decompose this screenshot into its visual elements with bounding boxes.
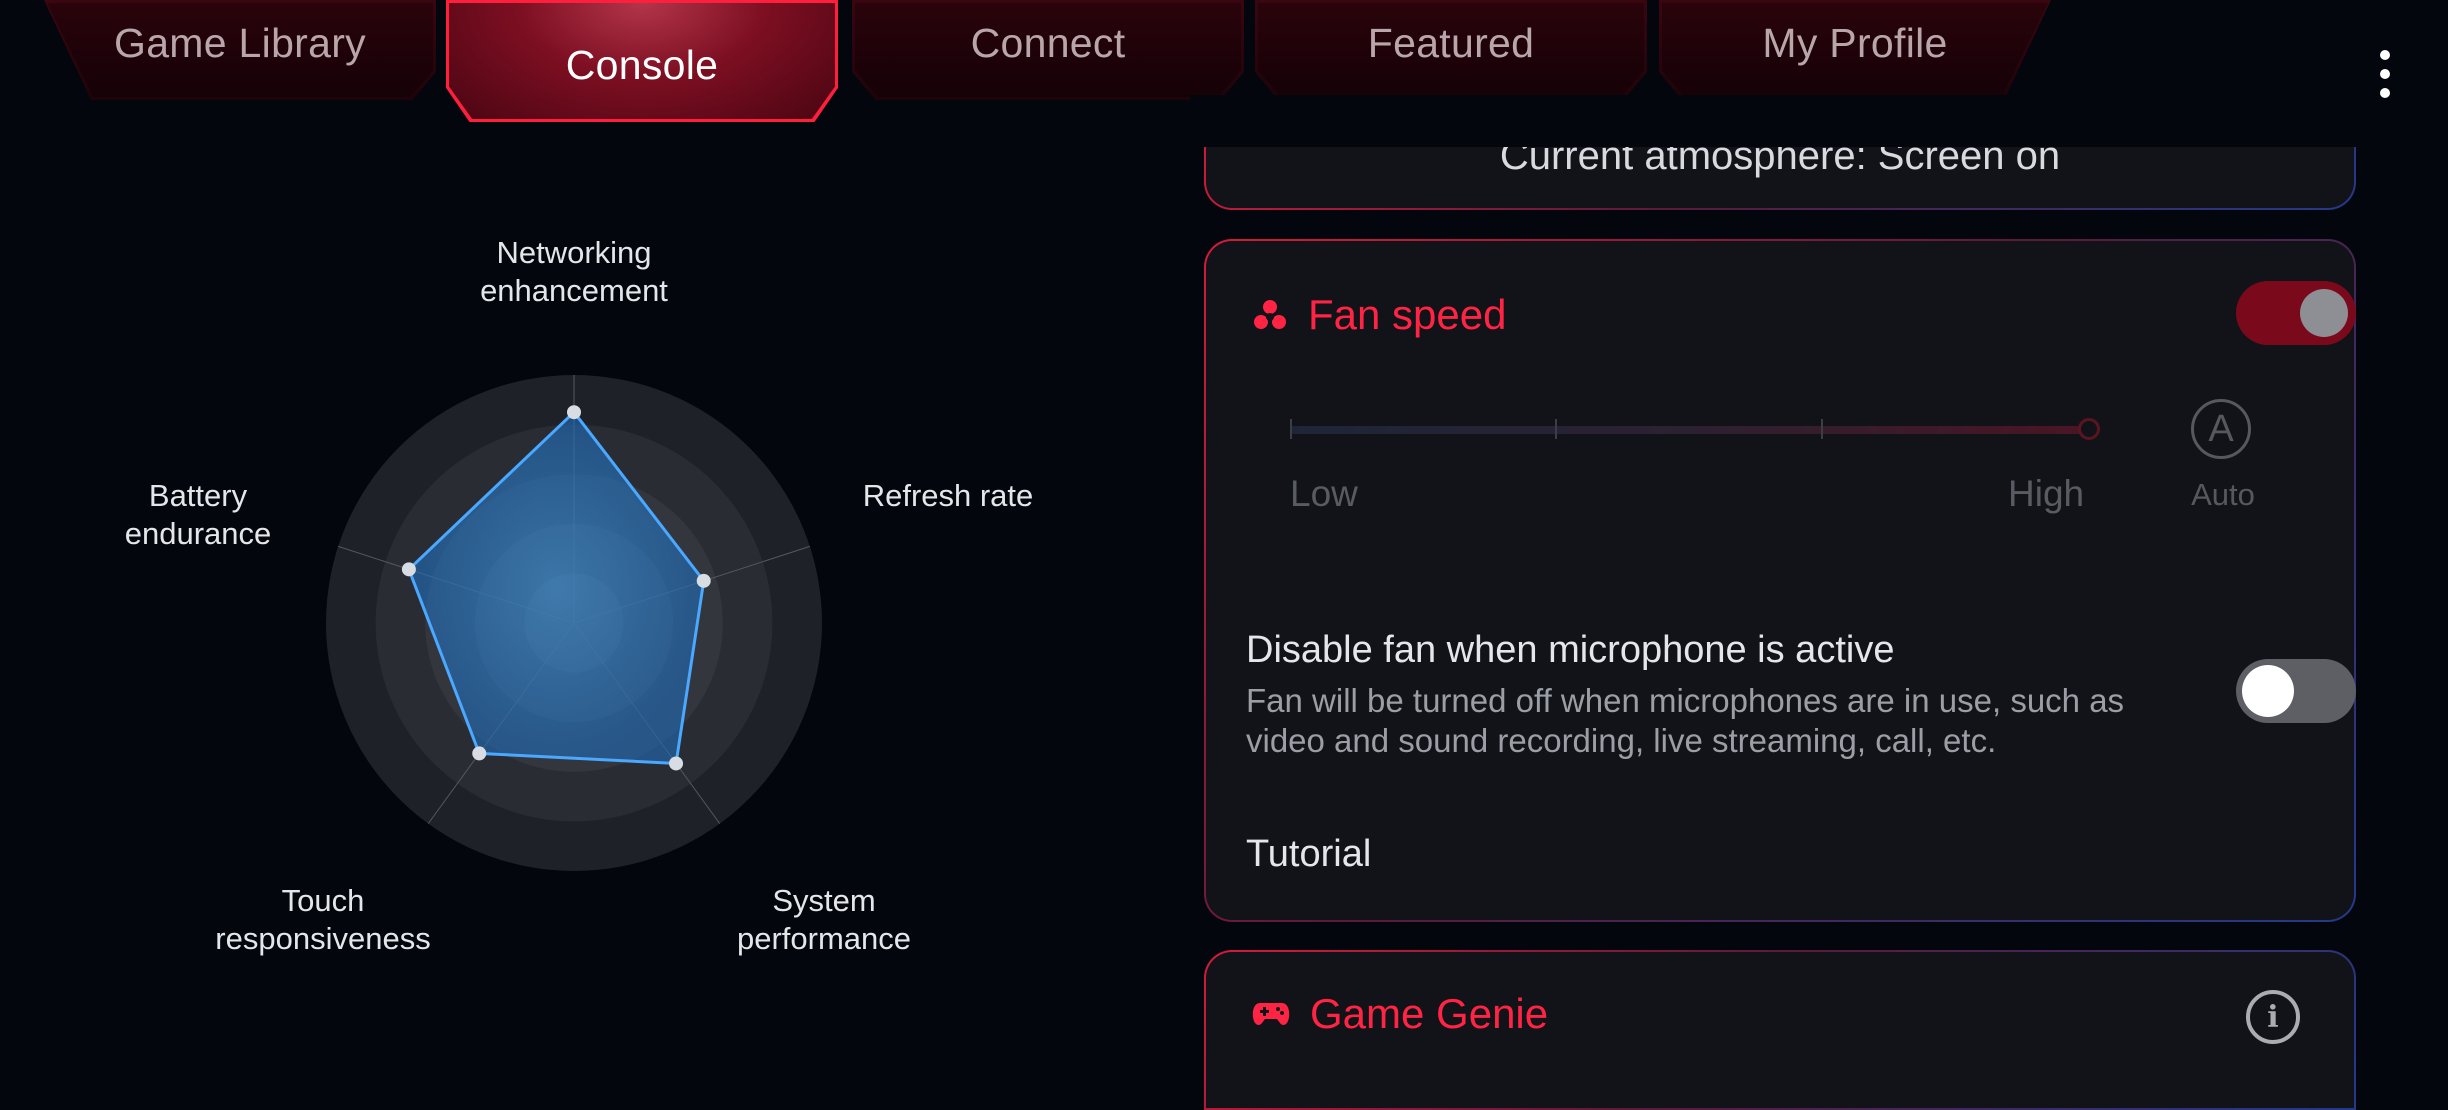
auto-icon[interactable]: A xyxy=(2191,399,2251,459)
slider-thumb[interactable] xyxy=(2078,418,2100,440)
gamepad-icon xyxy=(1252,1003,1290,1025)
tutorial-link[interactable]: Tutorial xyxy=(1246,833,1371,876)
radar-label-networking: Networking enhancement xyxy=(480,235,668,308)
radar-point xyxy=(401,562,416,577)
tab-connect[interactable]: Connect xyxy=(852,0,1244,100)
game-genie-header: Game Genie xyxy=(1252,990,1548,1038)
game-genie-card[interactable]: Game Genie i xyxy=(1204,950,2356,1110)
slider-tick xyxy=(1290,419,1292,439)
fan-speed-slider[interactable] xyxy=(1290,418,2100,440)
menu-dot xyxy=(2380,50,2390,60)
scroll-mask xyxy=(1190,95,2370,147)
tab-label: Console xyxy=(565,41,719,88)
tab-label: Game Library xyxy=(114,19,366,66)
radar-label-refresh-rate: Refresh rate xyxy=(862,478,1034,513)
radar-point xyxy=(472,746,487,761)
tab-featured[interactable]: Featured xyxy=(1255,0,1647,100)
radar-label-touch-responsiveness: Touch responsiveness xyxy=(215,883,431,956)
tab-game-library[interactable]: Game Library xyxy=(44,0,436,100)
disable-fan-mic-toggle[interactable] xyxy=(2236,659,2356,723)
menu-dot xyxy=(2380,88,2390,98)
fan-speed-header: Fan speed xyxy=(1252,291,1506,339)
radar-point xyxy=(669,756,684,771)
fan-speed-toggle[interactable] xyxy=(2236,281,2356,345)
slider-tick xyxy=(1555,419,1557,439)
radar-point xyxy=(567,405,581,420)
toggle-knob xyxy=(2300,289,2348,337)
tab-console[interactable]: Console xyxy=(446,0,838,122)
radar-point xyxy=(696,573,711,588)
info-icon[interactable]: i xyxy=(2246,990,2300,1044)
radar-label-system-performance: System performance xyxy=(736,883,912,956)
mic-setting-title: Disable fan when microphone is active xyxy=(1246,629,1895,671)
radar-label-battery-endurance: Battery endurance xyxy=(124,478,272,551)
menu-dot xyxy=(2380,69,2390,79)
fan-icon xyxy=(1254,300,1286,329)
tab-label: My Profile xyxy=(1762,19,1948,66)
tab-my-profile[interactable]: My Profile xyxy=(1659,0,2051,100)
tab-label: Featured xyxy=(1367,19,1535,66)
fan-speed-title: Fan speed xyxy=(1308,291,1507,338)
auto-label: Auto xyxy=(2191,477,2255,512)
fan-speed-card: Fan speed Low High A Auto Disable fan wh… xyxy=(1204,239,2356,922)
performance-radar: Networking enhancement Refresh rate Syst… xyxy=(0,130,1180,1080)
slider-tick xyxy=(1821,419,1823,439)
slider-low-label: Low xyxy=(1290,473,1358,514)
toggle-knob xyxy=(2242,665,2294,717)
game-genie-title: Game Genie xyxy=(1310,990,1549,1037)
more-vertical-icon[interactable] xyxy=(2370,44,2400,104)
mic-setting-description: Fan will be turned off when microphones … xyxy=(1246,682,2125,759)
tab-label: Connect xyxy=(970,19,1126,66)
slider-high-label: High xyxy=(2008,473,2085,514)
